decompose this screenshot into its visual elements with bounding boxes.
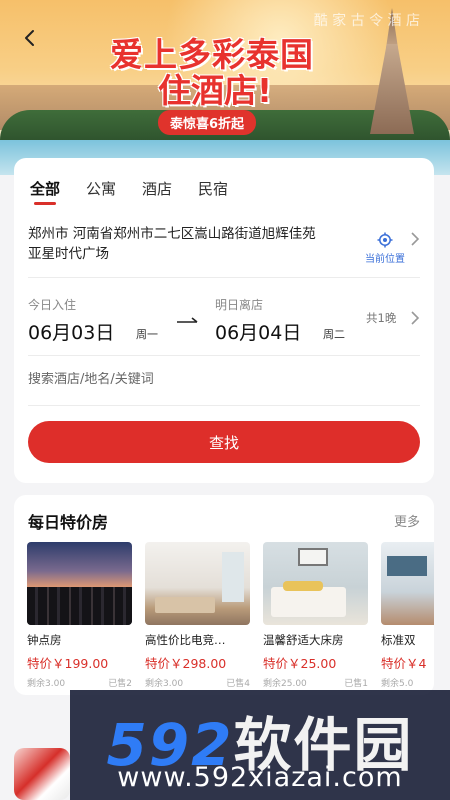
deal-price: 特价￥25.00 xyxy=(263,656,337,671)
deal-name: 温馨舒适大床房 xyxy=(263,633,344,647)
tab-all[interactable]: 全部 xyxy=(30,178,60,204)
checkout-weekday: 周二 xyxy=(323,328,345,341)
chevron-right-icon xyxy=(410,311,420,325)
keyword-row xyxy=(28,366,420,406)
deal-photo xyxy=(263,542,368,625)
deal-photo xyxy=(27,542,132,625)
deal-remaining: 剩余25.00 xyxy=(263,679,307,689)
category-tabs: 全部 公寓 酒店 民宿 xyxy=(30,178,254,204)
nights-count: 共1晚 xyxy=(366,311,397,325)
deal-remaining: 剩余5.0 xyxy=(381,679,414,689)
deal-sold: 已售4 xyxy=(226,679,250,689)
deal-photo xyxy=(381,542,434,625)
tab-hotel[interactable]: 酒店 xyxy=(142,178,172,204)
search-button[interactable]: 查找 xyxy=(28,421,420,463)
chevron-right-icon xyxy=(410,232,420,246)
banner-promo-badge: 泰惊喜6折起 xyxy=(158,110,257,135)
deal-remaining: 剩余3.00 xyxy=(145,679,184,689)
tab-apartment[interactable]: 公寓 xyxy=(86,178,116,204)
locate-target-icon xyxy=(377,232,393,248)
tab-homestay[interactable]: 民宿 xyxy=(198,178,228,204)
promo-banner[interactable]: 酷 家 古 令 酒 店 爱上多彩泰国 住酒店! 泰惊喜6折起 xyxy=(0,0,450,175)
bottom-promo-thumbnail[interactable] xyxy=(14,748,70,800)
site-watermark: 592软件园 www.592xiazai.com xyxy=(70,690,450,800)
location-row[interactable]: 郑州市 河南省郑州市二七区嵩山路街道旭辉佳苑亚星时代广场 当前位置 xyxy=(28,222,420,278)
hotel-search-card: 全部 公寓 酒店 民宿 郑州市 河南省郑州市二七区嵩山路街道旭辉佳苑亚星时代广场… xyxy=(14,158,434,483)
checkout-date[interactable]: 06月04日 xyxy=(215,318,301,345)
deal-name: 标准双 xyxy=(381,633,416,647)
deal-meta: 剩余25.00 已售1 xyxy=(263,676,368,689)
deals-more-link[interactable]: 更多 xyxy=(394,511,420,530)
deals-list: 钟点房 特价￥199.00 剩余3.00 已售2 高性价比电竞… 特价￥298.… xyxy=(27,542,434,692)
checkin-weekday: 周一 xyxy=(136,328,158,341)
deal-price: 特价￥4 xyxy=(381,656,427,671)
checkin-label: 今日入住 xyxy=(28,298,77,312)
current-location-button[interactable]: 当前位置 xyxy=(360,232,410,265)
deal-photo xyxy=(145,542,250,625)
watermark-url: www.592xiazai.com xyxy=(117,762,403,793)
daily-deals-card: 每日特价房 更多 钟点房 特价￥199.00 剩余3.00 已售2 高性价比电竞… xyxy=(14,495,434,695)
deal-sold: 已售2 xyxy=(108,679,132,689)
deal-item[interactable]: 温馨舒适大床房 特价￥25.00 剩余25.00 已售1 xyxy=(263,542,368,689)
deal-item[interactable]: 钟点房 特价￥199.00 剩余3.00 已售2 xyxy=(27,542,132,689)
deal-price: 特价￥298.00 xyxy=(145,656,227,671)
deal-name: 钟点房 xyxy=(27,633,62,647)
deal-meta: 剩余5.0 xyxy=(381,676,434,689)
deals-title: 每日特价房 xyxy=(28,513,109,532)
checkin-date[interactable]: 06月03日 xyxy=(28,318,114,345)
back-button[interactable] xyxy=(16,24,44,52)
deal-remaining: 剩余3.00 xyxy=(27,679,66,689)
chevron-left-icon xyxy=(25,30,34,46)
deal-item[interactable]: 高性价比电竞… 特价￥298.00 剩余3.00 已售4 xyxy=(145,542,250,689)
current-address: 郑州市 河南省郑州市二七区嵩山路街道旭辉佳苑亚星时代广场 xyxy=(28,226,316,262)
deal-meta: 剩余3.00 已售2 xyxy=(27,676,132,689)
deal-name: 高性价比电竞… xyxy=(145,633,226,647)
deal-meta: 剩余3.00 已售4 xyxy=(145,676,250,689)
banner-top-text: 酷 家 古 令 酒 店 xyxy=(313,13,420,29)
deal-item[interactable]: 标准双 特价￥4 剩余5.0 xyxy=(381,542,434,689)
deal-sold: 已售1 xyxy=(344,679,368,689)
arrow-right-icon xyxy=(177,317,198,323)
deal-price: 特价￥199.00 xyxy=(27,656,109,671)
banner-title-line2: 住酒店! xyxy=(158,71,273,110)
keyword-search-input[interactable] xyxy=(28,372,418,387)
date-selector-row[interactable]: 今日入住 06月03日 周一 明日离店 06月04日 周二 共1晚 xyxy=(28,288,420,356)
current-location-label: 当前位置 xyxy=(365,254,405,265)
checkout-label: 明日离店 xyxy=(215,298,264,312)
